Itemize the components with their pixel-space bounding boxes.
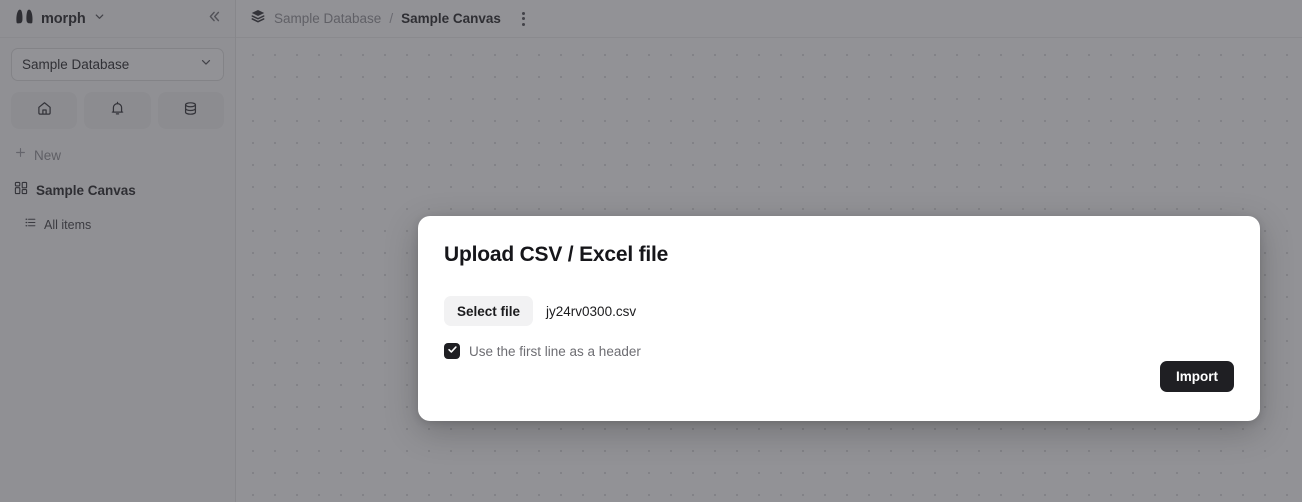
header-checkbox-label[interactable]: Use the first line as a header (469, 344, 641, 359)
use-first-line-as-header-checkbox[interactable] (444, 342, 460, 360)
checkmark-icon (447, 342, 458, 360)
header-checkbox-row: Use the first line as a header (444, 342, 1234, 360)
import-button[interactable]: Import (1160, 361, 1234, 392)
selected-file-name: jy24rv0300.csv (546, 303, 637, 319)
select-file-button[interactable]: Select file (444, 296, 534, 327)
modal-title: Upload CSV / Excel file (444, 243, 669, 266)
upload-csv-modal: Upload CSV / Excel file Select file jy24… (418, 216, 1260, 421)
file-select-row: Select file jy24rv0300.csv (444, 296, 1234, 327)
